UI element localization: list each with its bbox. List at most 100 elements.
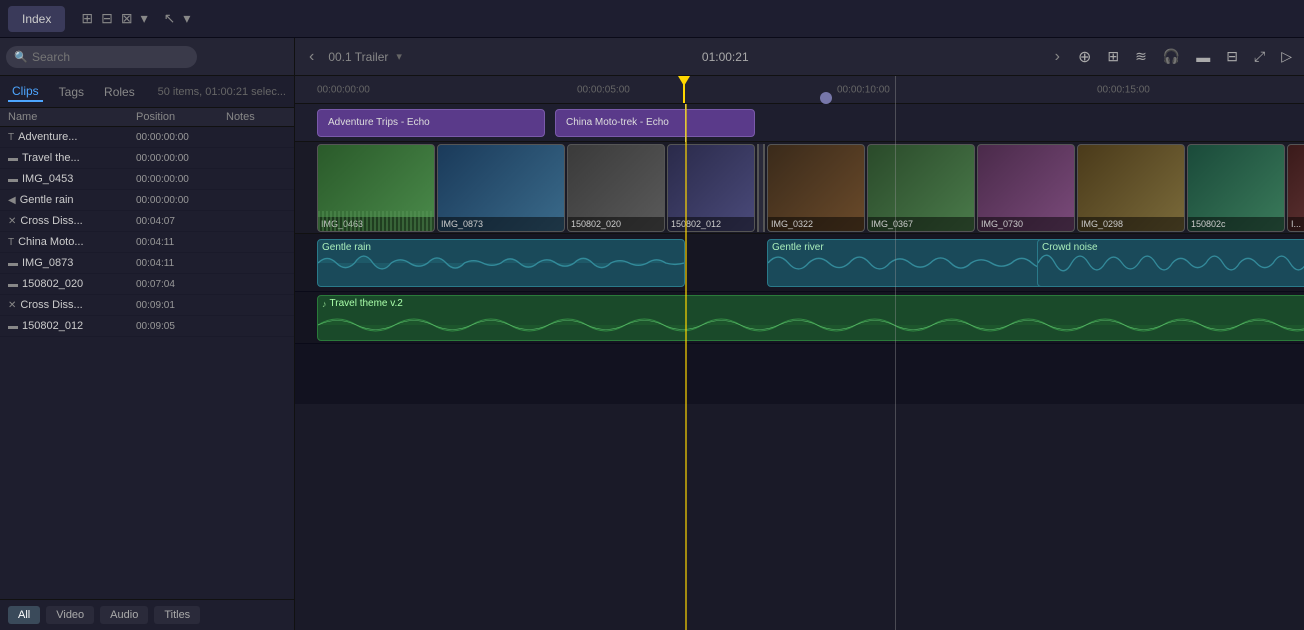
music-clip-travel-theme[interactable]: ♪ Travel theme v.2 <box>317 295 1304 341</box>
video-clip-150802020[interactable]: 150802_020 <box>567 144 665 232</box>
timeline-content[interactable]: 00:00:00:00 00:00:05:00 00:00:10:00 00:0… <box>295 76 1304 630</box>
headphone-icon[interactable]: 🎧 <box>1159 46 1184 67</box>
list-item[interactable]: ◀Gentle rain 00:00:00:00 <box>0 190 294 211</box>
video-clip-150802012[interactable]: 150802_012 <box>667 144 755 232</box>
waveform-icon[interactable]: ≋ <box>1131 46 1151 67</box>
left-panel: 🔍 Clips Tags Roles 50 items, 01:00:21 se… <box>0 38 295 630</box>
layout-icon[interactable]: ⊟ <box>1222 46 1242 67</box>
zoom-icon[interactable]: ⊞ <box>1103 46 1123 67</box>
title-clip-adventure[interactable]: Adventure Trips - Echo <box>317 109 545 137</box>
list-item[interactable]: ▬Travel the... 00:00:00:00 <box>0 148 294 169</box>
index-button[interactable]: Index <box>8 6 65 32</box>
clip-label: 150802_020 <box>568 217 664 231</box>
split-icon[interactable]: ⊟ <box>101 10 113 27</box>
music-track: ♪ Travel theme v.2 <box>295 292 1304 344</box>
title-clip-china[interactable]: China Moto-trek - Echo <box>555 109 755 137</box>
type-icon-film: ▬ <box>8 279 18 290</box>
layout-dropdown-icon[interactable]: ▾ <box>141 10 148 27</box>
music-icon: ♪ <box>322 299 327 309</box>
list-item[interactable]: ▬IMG_0453 00:00:00:00 <box>0 169 294 190</box>
filmstrip-icon[interactable]: ⊠ <box>121 10 133 27</box>
audio-clip-label: Gentle rain <box>318 240 375 255</box>
list-item[interactable]: TChina Moto... 00:04:11 <box>0 232 294 253</box>
clip-label: IMG_0730 <box>978 217 1074 231</box>
item-name: ▬IMG_0873 <box>8 257 136 269</box>
item-name: TAdventure... <box>8 131 136 143</box>
video-clip-last[interactable]: I... <box>1287 144 1304 232</box>
video-clip-img0298[interactable]: IMG_0298 <box>1077 144 1185 232</box>
item-count: 50 items, 01:00:21 selec... <box>158 86 286 98</box>
pointer-dropdown-icon[interactable]: ▾ <box>183 10 190 27</box>
title-track: Adventure Trips - Echo China Moto-trek -… <box>295 104 1304 142</box>
item-name: ✕Cross Diss... <box>8 299 136 311</box>
filter-titles[interactable]: Titles <box>154 606 200 624</box>
timeline-toolbar: ‹ 00.1 Trailer ▾ 01:00:21 › ⊕ ⊞ ≋ 🎧 ▬ ⊟ … <box>295 38 1304 76</box>
type-icon-film: ▬ <box>8 174 18 185</box>
timeline-spacer <box>295 344 1304 404</box>
type-icon-film: ▬ <box>8 153 18 164</box>
audio-track-1: Gentle rain Gentle river <box>295 234 1304 292</box>
video-clip-img0463[interactable]: IMG_0463 <box>317 144 435 232</box>
filter-audio[interactable]: Audio <box>100 606 148 624</box>
video-clip-img0367[interactable]: IMG_0367 <box>867 144 975 232</box>
playback-icon[interactable]: ▷ <box>1277 46 1296 67</box>
item-position: 00:00:00:00 <box>136 153 226 164</box>
item-name: ✕Cross Diss... <box>8 215 136 227</box>
item-position: 00:07:04 <box>136 279 226 290</box>
layout-icons: ⊞ ⊟ ⊠ ▾ ↖ ▾ <box>73 10 198 27</box>
waveform-svg-music <box>318 310 1304 340</box>
video-clip-img0322[interactable]: IMG_0322 <box>767 144 865 232</box>
title-dropdown-icon[interactable]: ▾ <box>396 50 402 63</box>
timecode-mark-0: 00:00:00:00 <box>317 84 370 95</box>
list-item[interactable]: ▬150802_012 00:09:05 <box>0 316 294 337</box>
type-icon-x: ✕ <box>8 300 16 311</box>
filter-all[interactable]: All <box>8 606 40 624</box>
main-area: 🔍 Clips Tags Roles 50 items, 01:00:21 se… <box>0 38 1304 630</box>
item-name: TChina Moto... <box>8 236 136 248</box>
item-position: 00:00:00:00 <box>136 132 226 143</box>
add-connection-icon[interactable]: ⊕ <box>1074 45 1095 69</box>
filter-bar: All Video Audio Titles <box>0 599 294 630</box>
list-item[interactable]: ▬IMG_0873 00:04:11 <box>0 253 294 274</box>
item-position: 00:04:07 <box>136 216 226 227</box>
filter-video[interactable]: Video <box>46 606 94 624</box>
playhead-ruler <box>683 76 685 103</box>
clip-appearance-icon[interactable]: ▬ <box>1192 47 1214 67</box>
grid-icon[interactable]: ⊞ <box>81 10 93 27</box>
list-item[interactable]: ✕Cross Diss... 00:09:01 <box>0 295 294 316</box>
list-item[interactable]: TAdventure... 00:00:00:00 <box>0 127 294 148</box>
list-item[interactable]: ✕Cross Diss... 00:04:07 <box>0 211 294 232</box>
nav-right-button[interactable]: › <box>1049 48 1066 66</box>
type-icon-t: T <box>8 132 14 143</box>
video-clip-150802c[interactable]: 150802c <box>1187 144 1285 232</box>
search-toolbar: 🔍 <box>0 38 294 76</box>
secondary-playhead-line <box>895 76 896 630</box>
clip-list: TAdventure... 00:00:00:00 ▬Travel the...… <box>0 127 294 599</box>
video-clip-img0730[interactable]: IMG_0730 <box>977 144 1075 232</box>
tab-clips[interactable]: Clips <box>8 82 43 102</box>
timecode-mark-3: 00:00:15:00 <box>1097 84 1150 95</box>
type-icon-audio: ◀ <box>8 195 16 206</box>
timeline-timecode: 01:00:21 <box>410 50 1041 64</box>
tabs-row: Clips Tags Roles 50 items, 01:00:21 sele… <box>0 76 294 108</box>
nav-left-button[interactable]: ‹ <box>303 48 320 66</box>
col-notes: Notes <box>226 111 286 123</box>
music-clip-label: ♪ Travel theme v.2 <box>318 296 407 311</box>
pointer-icon[interactable]: ↖ <box>164 10 176 27</box>
search-input[interactable] <box>6 46 197 68</box>
audio-clip-gentle-rain[interactable]: Gentle rain <box>317 239 685 287</box>
item-position: 00:00:00:00 <box>136 174 226 185</box>
item-position: 00:09:01 <box>136 300 226 311</box>
clip-label: I... <box>1288 217 1304 231</box>
tab-tags[interactable]: Tags <box>55 83 88 101</box>
fullscreen-icon[interactable]: ⤢ <box>1250 46 1269 67</box>
timeline-inner: 00:00:00:00 00:00:05:00 00:00:10:00 00:0… <box>295 76 1304 630</box>
video-clip-img0873[interactable]: IMG_0873 <box>437 144 565 232</box>
clip-label: 150802c <box>1188 217 1284 231</box>
tab-roles[interactable]: Roles <box>100 83 139 101</box>
col-name: Name <box>8 111 136 123</box>
timeline-area: ‹ 00.1 Trailer ▾ 01:00:21 › ⊕ ⊞ ≋ 🎧 ▬ ⊟ … <box>295 38 1304 630</box>
audio-clip-crowd-noise[interactable]: Crowd noise <box>1037 239 1304 287</box>
item-position: 00:09:05 <box>136 321 226 332</box>
list-item[interactable]: ▬150802_020 00:07:04 <box>0 274 294 295</box>
